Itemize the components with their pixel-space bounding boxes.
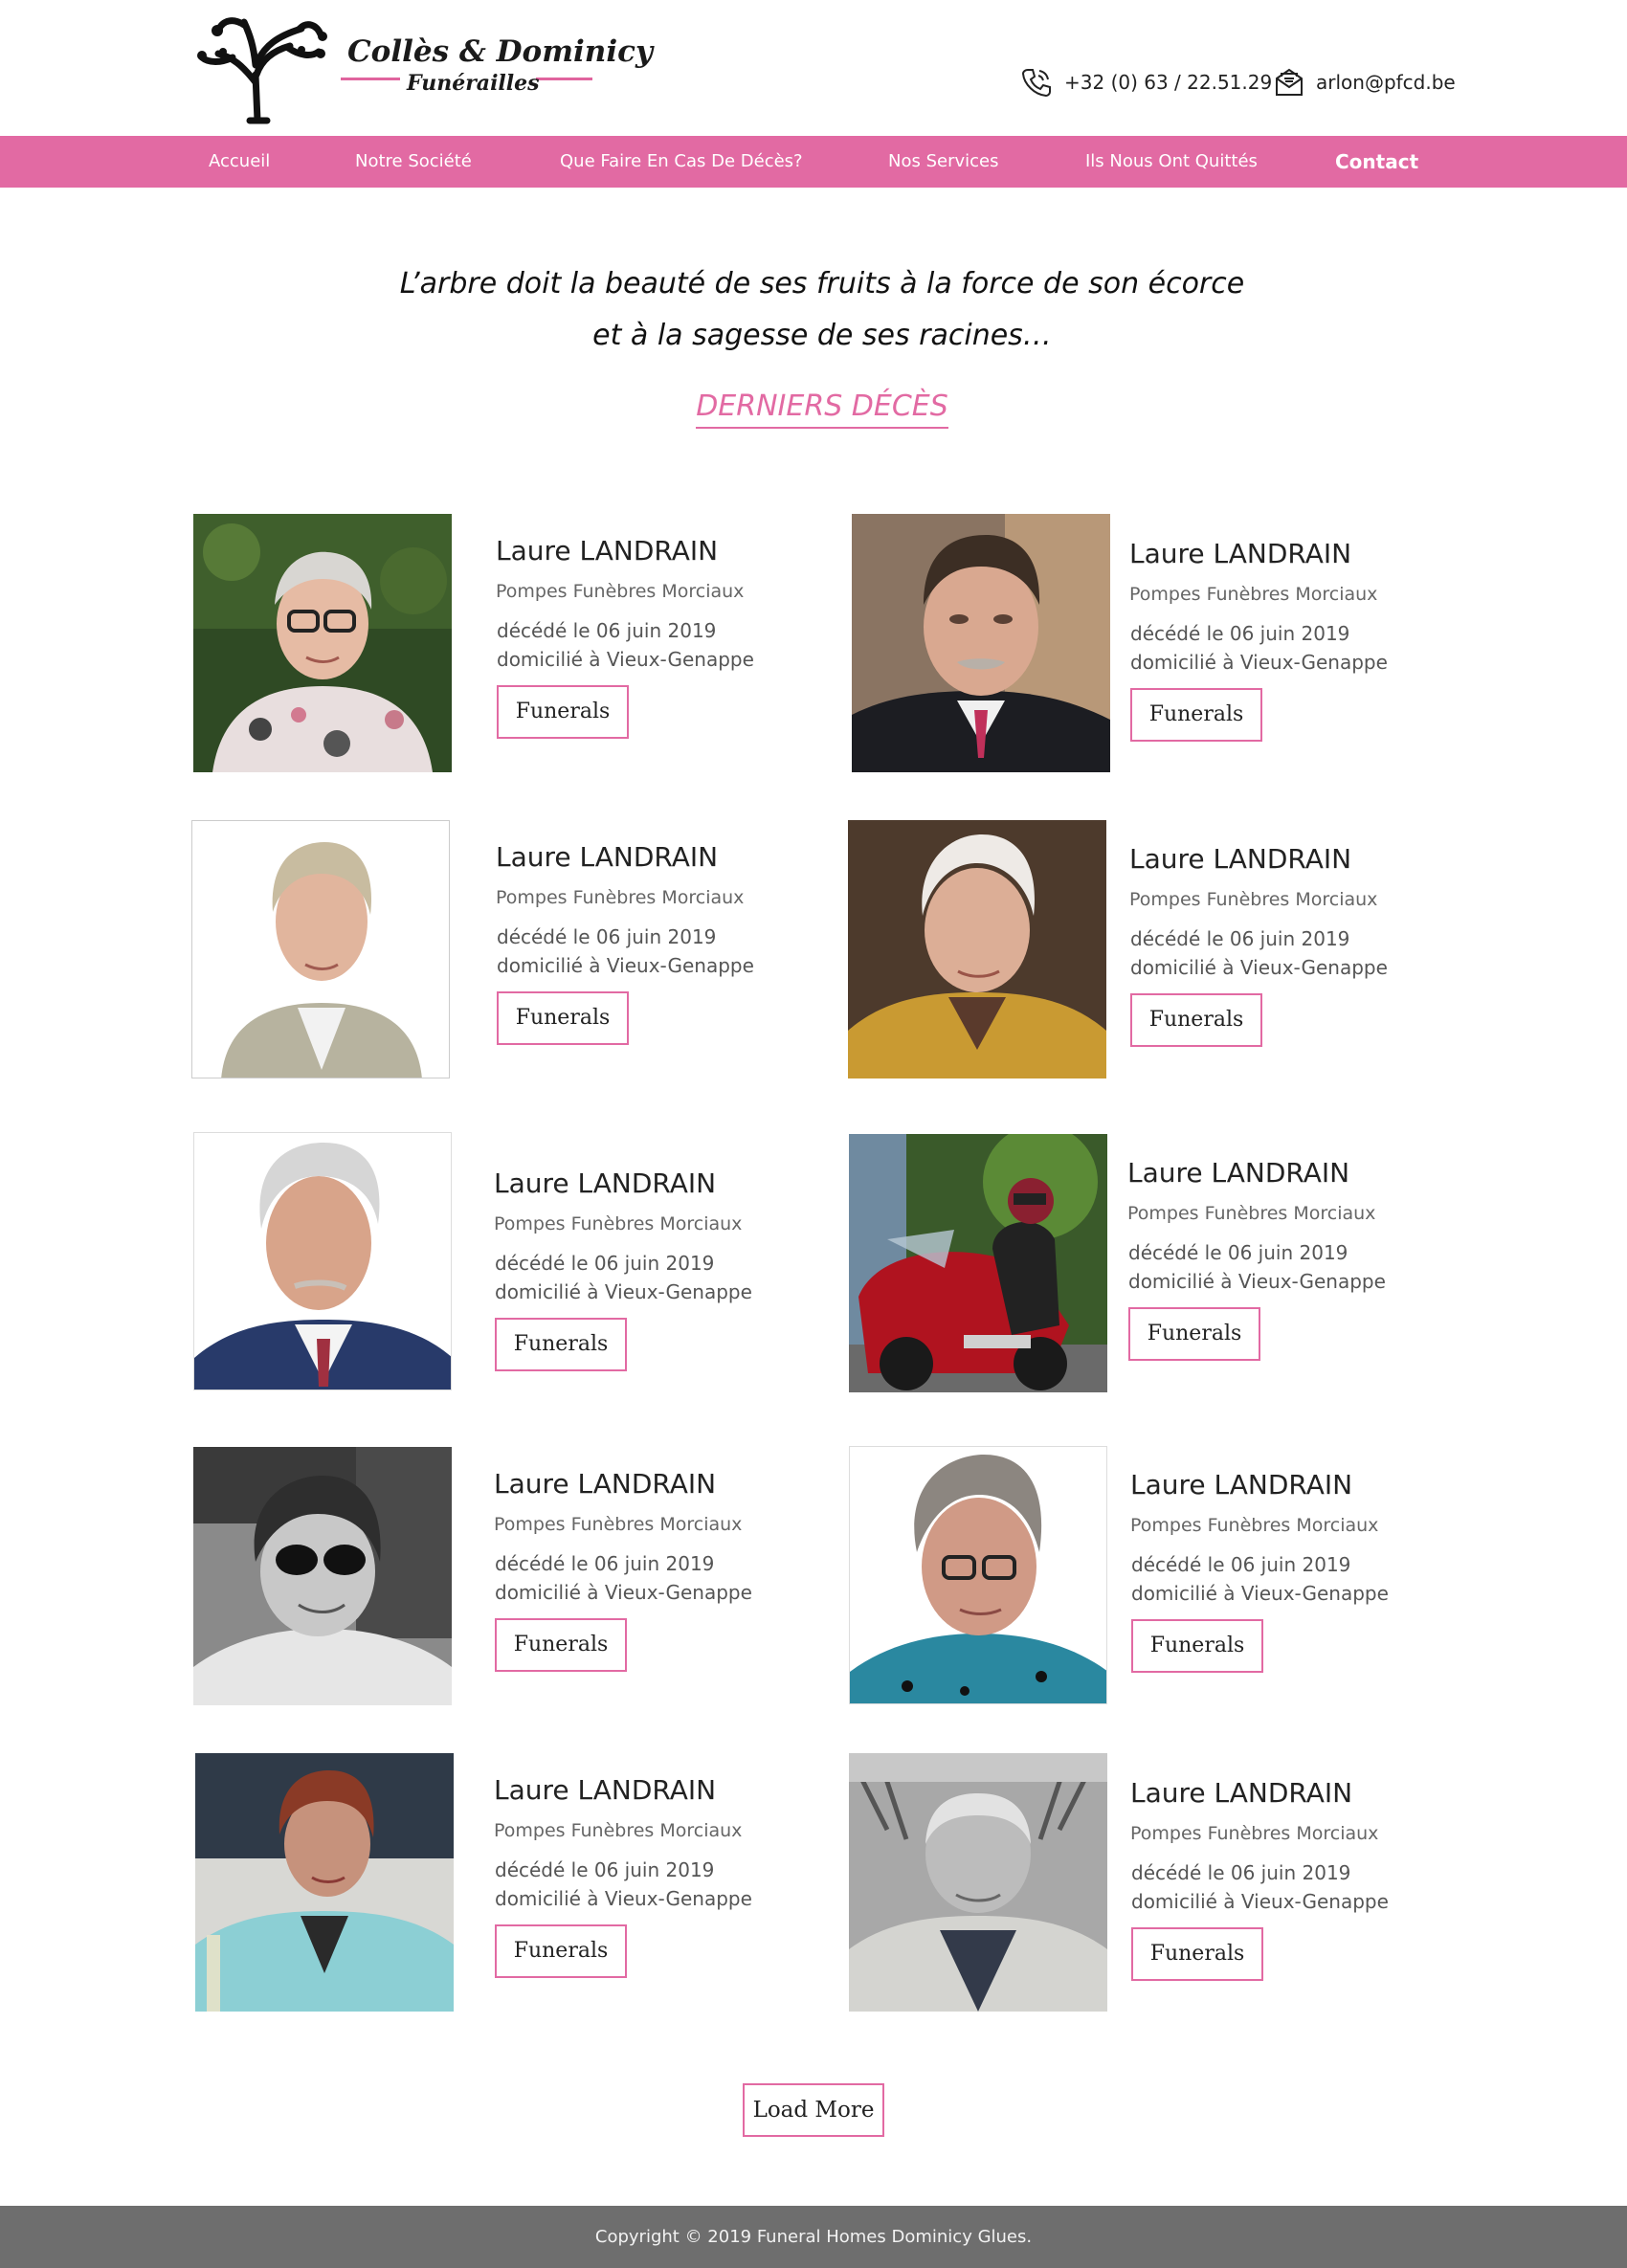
obituary-date: décédé le 06 juin 2019 bbox=[1131, 1861, 1351, 1884]
obituary-card: Laure LANDRAIN Pompes Funèbres Morciaux … bbox=[191, 820, 823, 1078]
obituary-photo[interactable] bbox=[195, 1753, 454, 2012]
funerals-button[interactable]: Funerals bbox=[1128, 1307, 1260, 1361]
site-header: Collès & Dominicy Funérailles +32 (0) 63… bbox=[0, 0, 1627, 136]
tree-logo-icon bbox=[197, 17, 327, 124]
obituary-date: décédé le 06 juin 2019 bbox=[495, 1252, 715, 1275]
obituary-photo[interactable] bbox=[849, 1134, 1107, 1392]
obituary-card: Laure LANDRAIN Pompes Funèbres Morciaux … bbox=[848, 820, 1480, 1078]
obituary-address: domicilié à Vieux-Genappe bbox=[1131, 1890, 1389, 1913]
obituary-address: domicilié à Vieux-Genappe bbox=[1130, 651, 1388, 674]
funerals-button[interactable]: Funerals bbox=[497, 991, 629, 1045]
obituary-company: Pompes Funèbres Morciaux bbox=[494, 1514, 743, 1535]
logo-subtitle: Funérailles bbox=[407, 71, 540, 96]
hero-quote: L’arbre doit la beauté de ses fruits à l… bbox=[0, 258, 1627, 362]
obituary-card: Laure LANDRAIN Pompes Funèbres Morciaux … bbox=[849, 1753, 1481, 2012]
obituary-name[interactable]: Laure LANDRAIN bbox=[494, 1468, 716, 1500]
obituary-company: Pompes Funèbres Morciaux bbox=[496, 887, 745, 908]
obituary-date: décédé le 06 juin 2019 bbox=[497, 619, 717, 642]
obituary-photo[interactable] bbox=[193, 514, 452, 772]
obituary-date: décédé le 06 juin 2019 bbox=[1130, 927, 1350, 950]
obituary-date: décédé le 06 juin 2019 bbox=[1128, 1241, 1348, 1264]
logo-name: Collès & Dominicy bbox=[347, 34, 653, 69]
load-more-button[interactable]: Load More bbox=[743, 2083, 884, 2137]
quote-line-2: et à la sagesse de ses racines… bbox=[592, 319, 1052, 352]
funerals-button[interactable]: Funerals bbox=[495, 1318, 627, 1371]
phone-icon bbox=[1021, 69, 1051, 98]
funerals-button[interactable]: Funerals bbox=[1131, 1927, 1263, 1981]
obituary-card: Laure LANDRAIN Pompes Funèbres Morciaux … bbox=[195, 1753, 827, 2012]
obituary-card: Laure LANDRAIN Pompes Funèbres Morciaux … bbox=[849, 1446, 1481, 1704]
obituary-address: domicilié à Vieux-Genappe bbox=[497, 954, 754, 977]
section-title-wrap: DERNIERS DÉCÈS bbox=[0, 389, 1627, 429]
nav-item-accueil[interactable]: Accueil bbox=[209, 136, 270, 188]
obituary-card: Laure LANDRAIN Pompes Funèbres Morciaux … bbox=[193, 514, 825, 772]
obituary-company: Pompes Funèbres Morciaux bbox=[494, 1820, 743, 1841]
obituary-address: domicilié à Vieux-Genappe bbox=[495, 1887, 752, 1910]
obituary-company: Pompes Funèbres Morciaux bbox=[494, 1213, 743, 1234]
obituary-card: Laure LANDRAIN Pompes Funèbres Morciaux … bbox=[849, 1134, 1481, 1392]
obituary-name[interactable]: Laure LANDRAIN bbox=[1127, 1157, 1349, 1189]
obituary-name[interactable]: Laure LANDRAIN bbox=[1130, 1777, 1352, 1809]
header-phone[interactable]: +32 (0) 63 / 22.51.29 bbox=[1020, 65, 1272, 100]
obituary-company: Pompes Funèbres Morciaux bbox=[1129, 584, 1378, 605]
nav-item-nos-services[interactable]: Nos Services bbox=[888, 136, 998, 188]
quote-line-1: L’arbre doit la beauté de ses fruits à l… bbox=[399, 267, 1245, 300]
site-logo[interactable]: Collès & Dominicy Funérailles bbox=[194, 8, 653, 127]
obituary-address: domicilié à Vieux-Genappe bbox=[495, 1280, 752, 1303]
nav-item-contact[interactable]: Contact bbox=[1335, 136, 1418, 188]
mail-icon bbox=[1276, 68, 1303, 96]
obituary-company: Pompes Funèbres Morciaux bbox=[1130, 1823, 1379, 1844]
obituary-name[interactable]: Laure LANDRAIN bbox=[494, 1167, 716, 1199]
main-nav: Accueil Notre Société Que Faire En Cas D… bbox=[0, 136, 1627, 188]
obituary-date: décédé le 06 juin 2019 bbox=[1130, 622, 1350, 645]
obituary-photo[interactable] bbox=[849, 1446, 1107, 1704]
nav-item-ils-nous-ont-quittes[interactable]: Ils Nous Ont Quittés bbox=[1085, 136, 1258, 188]
obituary-name[interactable]: Laure LANDRAIN bbox=[494, 1774, 716, 1806]
obituary-card: Laure LANDRAIN Pompes Funèbres Morciaux … bbox=[193, 1447, 825, 1705]
site-footer: Copyright © 2019 Funeral Homes Dominicy … bbox=[0, 2206, 1627, 2268]
obituary-name[interactable]: Laure LANDRAIN bbox=[496, 535, 718, 567]
obituary-name[interactable]: Laure LANDRAIN bbox=[1130, 1469, 1352, 1501]
obituary-photo[interactable] bbox=[852, 514, 1110, 772]
funerals-button[interactable]: Funerals bbox=[1130, 688, 1262, 742]
obituary-company: Pompes Funèbres Morciaux bbox=[1129, 889, 1378, 910]
obituary-photo[interactable] bbox=[191, 820, 450, 1078]
phone-number: +32 (0) 63 / 22.51.29 bbox=[1064, 71, 1273, 94]
footer-copyright: Copyright © 2019 Funeral Homes Dominicy … bbox=[594, 2227, 1033, 2247]
obituary-date: décédé le 06 juin 2019 bbox=[495, 1552, 715, 1575]
obituary-name[interactable]: Laure LANDRAIN bbox=[1129, 843, 1351, 875]
funerals-button[interactable]: Funerals bbox=[497, 685, 629, 739]
obituary-company: Pompes Funèbres Morciaux bbox=[1130, 1515, 1379, 1536]
obituary-address: domicilié à Vieux-Genappe bbox=[495, 1581, 752, 1604]
obituary-address: domicilié à Vieux-Genappe bbox=[497, 648, 754, 671]
funerals-button[interactable]: Funerals bbox=[495, 1924, 627, 1978]
obituary-name[interactable]: Laure LANDRAIN bbox=[1129, 538, 1351, 569]
obituary-address: domicilié à Vieux-Genappe bbox=[1131, 1582, 1389, 1605]
obituary-date: décédé le 06 juin 2019 bbox=[495, 1858, 715, 1881]
obituary-date: décédé le 06 juin 2019 bbox=[497, 925, 717, 948]
section-title[interactable]: DERNIERS DÉCÈS bbox=[696, 389, 948, 429]
funerals-button[interactable]: Funerals bbox=[1130, 993, 1262, 1047]
nav-item-que-faire[interactable]: Que Faire En Cas De Décès? bbox=[560, 136, 803, 188]
obituary-address: domicilié à Vieux-Genappe bbox=[1130, 956, 1388, 979]
email-address: arlon@pfcd.be bbox=[1316, 71, 1456, 94]
obituary-photo[interactable] bbox=[193, 1132, 452, 1390]
obituary-card: Laure LANDRAIN Pompes Funèbres Morciaux … bbox=[852, 514, 1483, 772]
funerals-button[interactable]: Funerals bbox=[1131, 1619, 1263, 1673]
obituary-date: décédé le 06 juin 2019 bbox=[1131, 1553, 1351, 1576]
obituary-photo[interactable] bbox=[849, 1753, 1107, 2012]
obituary-card: Laure LANDRAIN Pompes Funèbres Morciaux … bbox=[193, 1132, 825, 1390]
obituary-company: Pompes Funèbres Morciaux bbox=[496, 581, 745, 602]
funerals-button[interactable]: Funerals bbox=[495, 1618, 627, 1672]
obituary-photo[interactable] bbox=[193, 1447, 452, 1705]
obituary-name[interactable]: Laure LANDRAIN bbox=[496, 841, 718, 873]
nav-item-notre-societe[interactable]: Notre Société bbox=[355, 136, 472, 188]
obituary-address: domicilié à Vieux-Genappe bbox=[1128, 1270, 1386, 1293]
header-email[interactable]: arlon@pfcd.be bbox=[1274, 65, 1456, 100]
obituary-photo[interactable] bbox=[848, 820, 1106, 1078]
obituary-company: Pompes Funèbres Morciaux bbox=[1127, 1203, 1376, 1224]
